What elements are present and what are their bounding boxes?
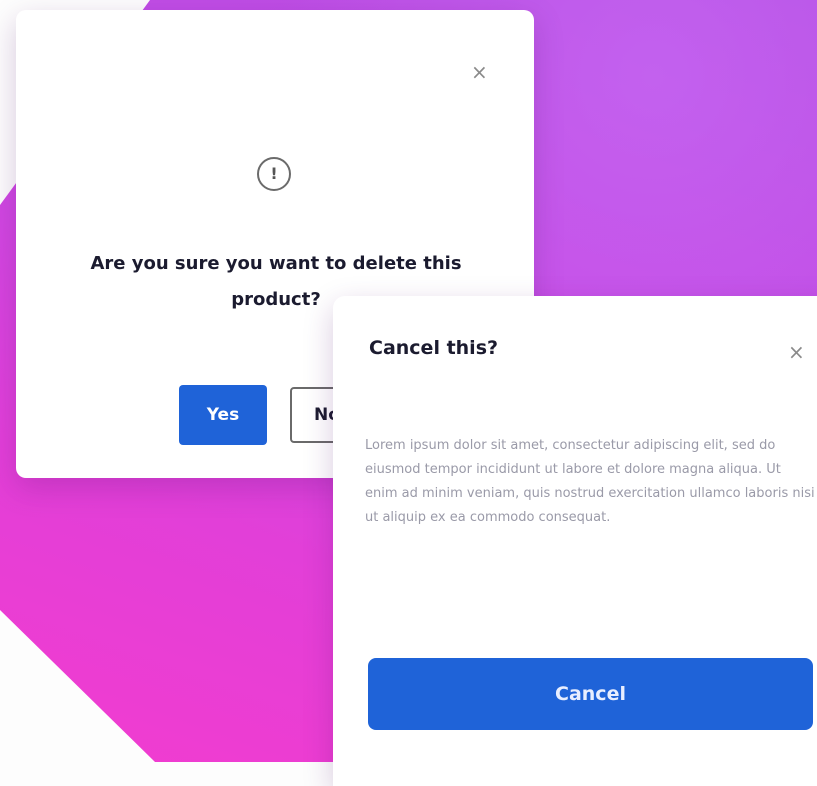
cancel-dialog: Cancel this? × Lorem ipsum dolor sit ame… [333,296,817,786]
close-icon[interactable]: × [788,342,805,362]
cancel-dialog-title: Cancel this? [369,337,499,359]
yes-button[interactable]: Yes [179,385,267,445]
cancel-dialog-body: Lorem ipsum dolor sit amet, consectetur … [365,438,815,525]
cancel-button[interactable]: Cancel [368,658,813,730]
close-icon[interactable]: × [471,62,488,82]
info-circle-icon: ! [257,157,291,191]
